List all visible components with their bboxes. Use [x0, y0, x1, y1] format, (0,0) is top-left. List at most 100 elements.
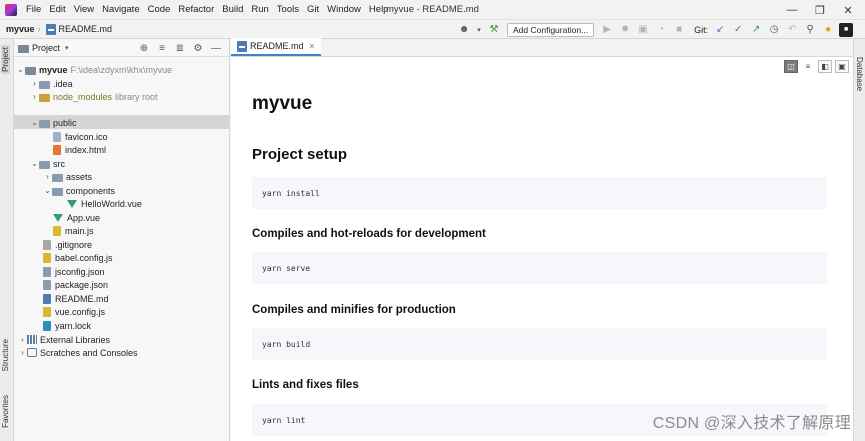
- yarn-file-icon: [43, 320, 51, 331]
- tree-node-external-libraries[interactable]: › External Libraries: [18, 333, 110, 346]
- menu-window[interactable]: Window: [323, 4, 365, 15]
- split-icon[interactable]: ◧: [818, 60, 832, 73]
- expand-all-icon[interactable]: ≡: [155, 41, 169, 55]
- menu-edit[interactable]: Edit: [45, 4, 69, 15]
- debug-icon[interactable]: ✹: [618, 23, 632, 37]
- update-icon[interactable]: ●: [821, 23, 835, 37]
- editor-only-icon[interactable]: ≡: [801, 60, 815, 73]
- expanded-arrow-icon[interactable]: ⌄: [16, 65, 25, 74]
- folder-icon: [25, 66, 36, 75]
- tree-node-label: src: [53, 158, 65, 169]
- json-file-icon: [43, 279, 51, 290]
- git-commit-icon[interactable]: ✓: [731, 23, 745, 37]
- vue-file-icon: [67, 199, 77, 208]
- tree-node-label: .gitignore: [55, 239, 93, 250]
- structure-tool-tab[interactable]: Structure: [1, 339, 10, 371]
- tree-node-favicon[interactable]: favicon.ico: [53, 130, 108, 143]
- tree-node-yarn-lock[interactable]: yarn.lock: [43, 319, 91, 332]
- minimize-icon[interactable]: —: [778, 2, 806, 18]
- tree-node-helloworld[interactable]: HelloWorld.vue: [67, 197, 142, 210]
- tree-node-path: F:\idea\zdyxm\khx\myvue: [70, 64, 173, 75]
- close-tab-icon[interactable]: ✕: [309, 42, 316, 51]
- gear-icon[interactable]: ⚙: [191, 41, 205, 55]
- menu-view[interactable]: View: [70, 4, 98, 15]
- menu-code[interactable]: Code: [144, 4, 175, 15]
- menu-git[interactable]: Git: [303, 4, 323, 15]
- tree-node-app-vue[interactable]: App.vue: [53, 211, 100, 224]
- tree-node-vue-config[interactable]: vue.config.js: [43, 305, 105, 318]
- stop-icon[interactable]: ■: [672, 23, 686, 37]
- project-panel-title[interactable]: Project: [32, 43, 60, 53]
- git-push-icon[interactable]: ↗: [749, 23, 763, 37]
- chevron-down-icon[interactable]: ▾: [65, 44, 69, 52]
- restore-icon[interactable]: ❐: [806, 2, 834, 18]
- locate-icon[interactable]: ⊕: [137, 41, 151, 55]
- tree-node-assets[interactable]: › assets: [43, 170, 92, 183]
- tree-node-label: index.html: [65, 144, 107, 155]
- project-tool-tab[interactable]: Project: [1, 45, 10, 74]
- navigation-toolbar: myvue › README.md ☻ ▾ ⚒ Add Configuratio…: [0, 20, 865, 39]
- menu-refactor[interactable]: Refactor: [174, 4, 218, 15]
- search-icon[interactable]: ⚲: [803, 23, 817, 37]
- markdown-file-icon: [45, 23, 56, 35]
- person-icon[interactable]: ☻: [457, 23, 471, 37]
- menu-file[interactable]: File: [22, 4, 45, 15]
- chevron-down-icon[interactable]: ▾: [475, 23, 483, 37]
- tree-node-label: package.json: [55, 279, 109, 290]
- profile-icon[interactable]: ◔: [654, 23, 668, 37]
- tree-node-public[interactable]: ⌄ public: [30, 116, 77, 129]
- tree-node-src[interactable]: ⌄ src: [30, 157, 65, 170]
- tree-node-index-html[interactable]: index.html: [53, 143, 106, 156]
- menu-run[interactable]: Run: [247, 4, 272, 15]
- preview-mode-toggles: ◫ ≡ ◧ ▣: [781, 60, 849, 73]
- breadcrumb-separator-icon: ›: [37, 24, 41, 34]
- collapsed-arrow-icon[interactable]: ›: [43, 172, 52, 181]
- breadcrumb-project[interactable]: myvue: [6, 24, 35, 34]
- expanded-arrow-icon[interactable]: ⌄: [43, 186, 52, 195]
- collapse-all-icon[interactable]: ≣: [173, 41, 187, 55]
- tree-node-node-modules[interactable]: › node_modules library root: [30, 90, 158, 103]
- ide-logo-icon[interactable]: ■: [839, 22, 854, 37]
- database-tool-tab[interactable]: Database: [855, 57, 864, 91]
- code-block-setup: yarn install: [252, 177, 827, 209]
- menu-navigate[interactable]: Navigate: [98, 4, 144, 15]
- tree-node-readme[interactable]: README.md: [43, 292, 109, 305]
- add-configuration-button[interactable]: Add Configuration...: [507, 22, 595, 37]
- tree-node-myvue[interactable]: ⌄ myvue F:\idea\zdyxm\khx\myvue: [16, 63, 172, 76]
- collapsed-arrow-icon[interactable]: ›: [30, 79, 39, 88]
- preview-only-icon[interactable]: ▣: [835, 60, 849, 73]
- coverage-icon[interactable]: ▣: [636, 23, 650, 37]
- code-block-dev: yarn serve: [252, 252, 827, 284]
- tree-node-label: node_modules: [53, 91, 113, 102]
- tree-node-scratches[interactable]: › Scratches and Consoles: [18, 346, 137, 359]
- collapsed-arrow-icon[interactable]: ›: [18, 348, 27, 357]
- collapsed-arrow-icon[interactable]: ›: [18, 335, 27, 344]
- tab-readme[interactable]: README.md ✕: [231, 38, 322, 56]
- expanded-arrow-icon[interactable]: ⌄: [30, 159, 39, 168]
- history-icon[interactable]: ◷: [767, 23, 781, 37]
- git-update-icon[interactable]: ↙: [713, 23, 727, 37]
- intellij-logo-icon: [5, 3, 17, 16]
- breadcrumb-file[interactable]: README.md: [59, 24, 113, 34]
- collapsed-arrow-icon[interactable]: ›: [30, 92, 39, 101]
- tree-node-babel-config[interactable]: babel.config.js: [43, 251, 113, 264]
- run-icon[interactable]: ▶: [600, 23, 614, 37]
- expanded-arrow-icon[interactable]: ⌄: [30, 118, 39, 127]
- tree-node-label: myvue: [39, 64, 68, 75]
- menu-bar: File Edit View Navigate Code Refactor Bu…: [0, 0, 865, 20]
- menu-tools[interactable]: Tools: [273, 4, 303, 15]
- editor-and-preview-icon[interactable]: ◫: [784, 60, 798, 73]
- tree-node-jsconfig[interactable]: jsconfig.json: [43, 265, 105, 278]
- window-title: myvue - README.md: [386, 4, 479, 15]
- tree-node-idea[interactable]: › .idea: [30, 77, 73, 90]
- tree-node-gitignore[interactable]: .gitignore: [43, 238, 92, 251]
- hammer-icon[interactable]: ⚒: [487, 23, 501, 37]
- tree-node-package-json[interactable]: package.json: [43, 278, 108, 291]
- close-icon[interactable]: ✕: [834, 2, 862, 18]
- tree-node-components[interactable]: ⌄ components: [43, 184, 115, 197]
- hide-panel-icon[interactable]: —: [209, 41, 223, 55]
- menu-build[interactable]: Build: [218, 4, 247, 15]
- favorites-tool-tab[interactable]: Favorites: [1, 395, 10, 428]
- tree-node-main-js[interactable]: main.js: [53, 224, 94, 237]
- rollback-icon[interactable]: ↶: [785, 23, 799, 37]
